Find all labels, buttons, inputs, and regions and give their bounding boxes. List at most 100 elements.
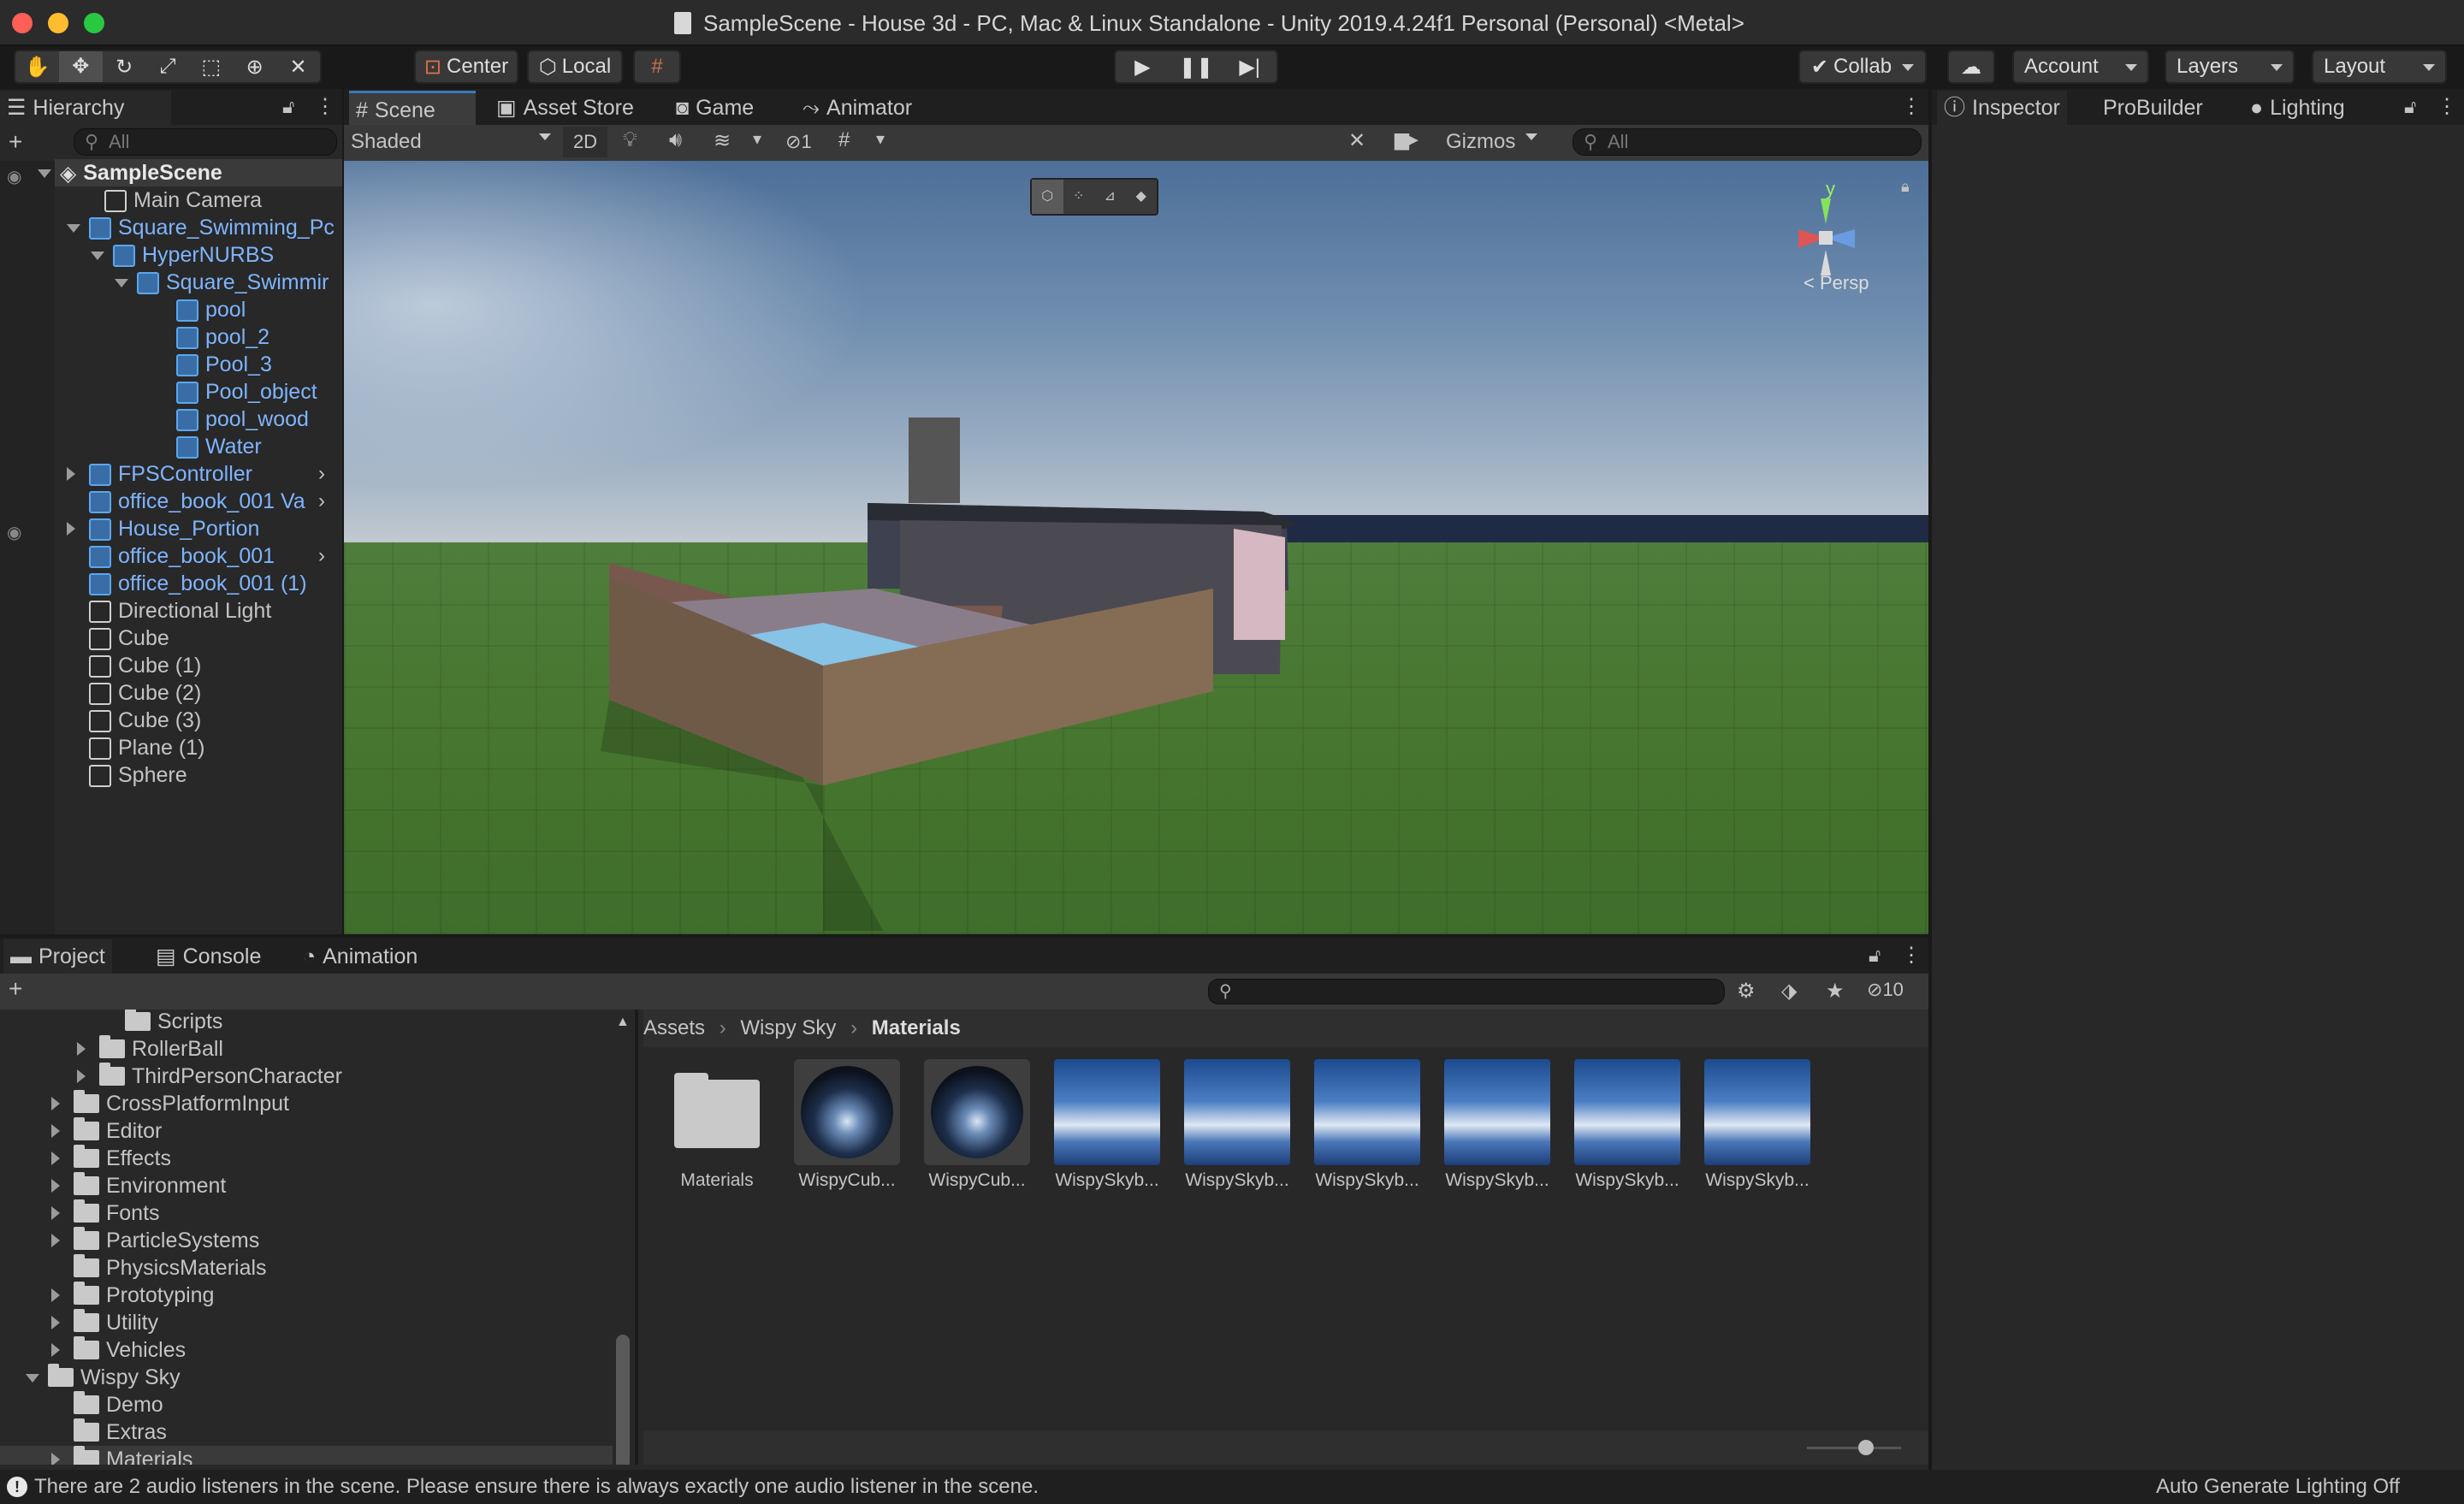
more-icon[interactable]: ⋮ — [1901, 943, 1922, 968]
visibility-eye-icon[interactable]: ◉ — [7, 166, 21, 187]
minimize-window-button[interactable] — [48, 13, 68, 33]
gizmos-dropdown[interactable]: Gizmos — [1446, 127, 1535, 157]
lock-icon[interactable]: 🔓︎ — [282, 96, 294, 118]
hierarchy-item[interactable]: Sphere — [89, 761, 342, 789]
collapse-arrow-icon[interactable] — [26, 1374, 39, 1383]
hierarchy-item[interactable]: Square_Swimmir — [137, 269, 342, 296]
more-icon[interactable]: ⋮ — [315, 94, 335, 119]
star-icon[interactable]: ★ — [1826, 979, 1845, 1004]
label-icon[interactable]: ⬗ — [1781, 979, 1797, 1004]
hierarchy-item[interactable]: pool_wood — [176, 406, 342, 433]
folder-tree-item[interactable]: Demo — [74, 1391, 613, 1418]
hidden-objects-toggle[interactable]: ⊘1 — [785, 127, 833, 157]
rotate-tool-icon[interactable]: ↻ — [103, 55, 146, 80]
expand-arrow-icon[interactable] — [77, 1069, 86, 1083]
hierarchy-item[interactable]: FPSController — [89, 460, 342, 488]
folder-tree-item[interactable]: ThirdPersonCharacter — [99, 1063, 613, 1090]
skybox-material-thumbnail[interactable] — [1444, 1059, 1550, 1165]
hierarchy-item[interactable]: Directional Light — [89, 597, 342, 625]
grid-toggle-icon[interactable]: # — [838, 128, 850, 152]
lighting-toggle-icon[interactable]: 💡︎ — [623, 128, 637, 152]
collapse-arrow-icon[interactable] — [38, 169, 51, 178]
hierarchy-item[interactable]: office_book_001 (1) — [89, 570, 342, 597]
folder-tree-item[interactable]: Editor — [74, 1117, 613, 1145]
play-button[interactable]: ▶ — [1116, 55, 1170, 80]
pause-button[interactable]: ❚❚ — [1170, 55, 1223, 80]
chevron-right-icon[interactable]: › — [318, 489, 325, 513]
hierarchy-item[interactable]: Cube (1) — [89, 652, 342, 679]
custom-tool-icon[interactable]: ✕ — [276, 55, 320, 80]
tab-project[interactable]: ▬ Project — [3, 939, 112, 974]
skybox-material-thumbnail[interactable] — [1314, 1059, 1420, 1165]
expand-arrow-icon[interactable] — [77, 1042, 86, 1056]
lighting-status[interactable]: Auto Generate Lighting Off — [2156, 1470, 2400, 1504]
hierarchy-item[interactable]: HyperNURBS — [113, 241, 342, 269]
step-button[interactable]: ▶| — [1223, 55, 1276, 80]
folder-tree-item[interactable]: Prototyping — [74, 1282, 613, 1309]
projection-label[interactable]: < Persp — [1804, 272, 1869, 294]
folder-tree-item[interactable]: Wispy Sky — [48, 1364, 613, 1391]
effects-toggle-icon[interactable]: ≋ — [714, 128, 731, 153]
tab-lighting[interactable]: ● Lighting — [2243, 91, 2352, 125]
tab-scene[interactable]: # Scene — [349, 91, 476, 125]
breadcrumb-wispy-sky[interactable]: Wispy Sky — [740, 1016, 836, 1039]
add-icon[interactable]: + — [9, 975, 22, 1003]
split-divider[interactable] — [635, 1010, 638, 1465]
more-icon[interactable]: ⋮ — [1901, 94, 1922, 119]
expand-arrow-icon[interactable] — [51, 1288, 60, 1302]
scale-tool-icon[interactable]: ⤢ — [146, 55, 190, 79]
folder-tree-item[interactable]: RollerBall — [99, 1035, 613, 1063]
hierarchy-item[interactable]: office_book_001 — [89, 542, 342, 570]
transform-tool-icon[interactable]: ⊕ — [233, 55, 276, 80]
maximize-window-button[interactable] — [84, 13, 104, 33]
expand-arrow-icon[interactable] — [51, 1234, 60, 1247]
expand-arrow-icon[interactable] — [67, 522, 75, 536]
tab-animator[interactable]: ⤳ Animator — [796, 91, 919, 125]
toggle-2d-button[interactable]: 2D — [563, 127, 607, 157]
expand-arrow-icon[interactable] — [67, 467, 75, 481]
scene-viewport[interactable]: ⬡ ⁘ ⊿ ◆ y < Persp 🔒︎ — [344, 161, 1928, 934]
cubemap-thumbnail[interactable] — [924, 1059, 1030, 1165]
collapse-arrow-icon[interactable] — [115, 279, 128, 287]
collab-dropdown[interactable]: ✔ Collab — [1798, 50, 1927, 84]
camera-icon[interactable]: ▆▸ — [1395, 128, 1419, 151]
zoom-slider-thumb[interactable] — [1858, 1440, 1874, 1455]
tab-game[interactable]: ◙ Game — [669, 91, 761, 125]
folder-tree-item[interactable]: Materials — [74, 1446, 613, 1465]
pivot-center-button[interactable]: ⊡ Center — [414, 50, 518, 84]
expand-arrow-icon[interactable] — [51, 1097, 60, 1110]
folder-tree-item[interactable]: Effects — [74, 1145, 613, 1172]
folder-tree-item[interactable]: ParticleSystems — [74, 1227, 613, 1254]
chevron-down-icon[interactable]: ▾ — [876, 128, 885, 150]
hierarchy-item[interactable]: Plane (1) — [89, 734, 342, 761]
edge-mode-icon[interactable]: ⊿ — [1094, 180, 1126, 214]
expand-arrow-icon[interactable] — [51, 1152, 60, 1165]
layers-dropdown[interactable]: Layers — [2165, 50, 2295, 84]
hierarchy-item[interactable]: Pool_3 — [176, 351, 342, 378]
more-icon[interactable]: ⋮ — [2437, 94, 2457, 119]
expand-arrow-icon[interactable] — [51, 1343, 60, 1357]
hidden-packages-toggle[interactable]: ⊘10 — [1867, 979, 1904, 1001]
hierarchy-search-input[interactable]: ⚲ All — [74, 128, 337, 156]
add-icon[interactable]: + — [9, 128, 22, 156]
skybox-material-thumbnail[interactable] — [1054, 1059, 1160, 1165]
folder-tree-item[interactable]: Environment — [74, 1172, 613, 1199]
scene-search-input[interactable]: ⚲ All — [1573, 128, 1922, 156]
hierarchy-item[interactable]: ◈ SampleScene — [60, 159, 342, 187]
grid-snap-button[interactable]: # — [633, 50, 681, 84]
expand-arrow-icon[interactable] — [51, 1206, 60, 1220]
hierarchy-item[interactable]: Cube — [89, 625, 342, 652]
folder-tree-item[interactable]: Vehicles — [74, 1336, 613, 1364]
skybox-material-thumbnail[interactable] — [1704, 1059, 1810, 1165]
folder-tree-item[interactable]: Scripts — [125, 1010, 613, 1035]
folder-tree-item[interactable]: Utility — [74, 1309, 613, 1336]
expand-arrow-icon[interactable] — [51, 1124, 60, 1138]
chevron-down-icon[interactable]: ▾ — [753, 128, 761, 150]
expand-arrow-icon[interactable] — [51, 1316, 60, 1329]
scroll-up-icon[interactable]: ▲ — [616, 1015, 630, 1030]
hand-tool-icon[interactable]: ✋ — [15, 55, 59, 80]
layout-dropdown[interactable]: Layout — [2312, 50, 2447, 84]
tab-asset-store[interactable]: ▣ Asset Store — [489, 91, 641, 125]
expand-arrow-icon[interactable] — [51, 1453, 60, 1465]
skybox-material-thumbnail[interactable] — [1184, 1059, 1290, 1165]
